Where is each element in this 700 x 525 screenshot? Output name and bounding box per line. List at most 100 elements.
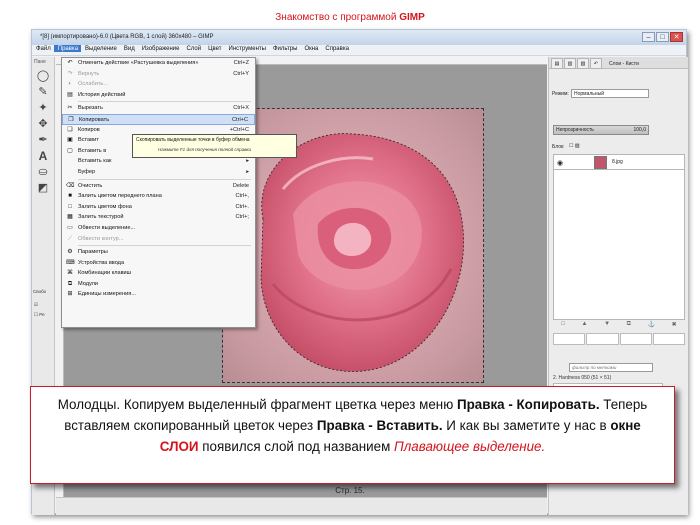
- menu-item-label: Буфер: [78, 168, 96, 175]
- path-tool-icon[interactable]: ✒: [36, 134, 50, 147]
- cut-icon: ✂: [67, 105, 73, 112]
- menubar-item[interactable]: Инструменты: [225, 45, 269, 52]
- close-button[interactable]: ✕: [670, 32, 683, 42]
- menu-item[interactable]: ⌫ Очистить Delete: [62, 181, 255, 192]
- menubar-item[interactable]: Цвет: [204, 45, 224, 52]
- menubar: Файл Правка Выделение Вид Изображение Слой Цве…: [32, 45, 686, 56]
- menu-item[interactable]: Буфер ▸: [62, 167, 255, 178]
- preferences-icon: ⚙: [67, 249, 73, 256]
- menu-item[interactable]: ❐ Копировать Ctrl+C: [62, 113, 255, 125]
- menu-item-label: Обвести контур...: [78, 235, 124, 242]
- menu-item[interactable]: ⊞ Единицы измерения...: [62, 289, 255, 300]
- menu-item-label: История действий: [78, 91, 126, 98]
- text-tool-icon[interactable]: A: [36, 150, 50, 163]
- fill-bg-icon: □: [68, 203, 72, 210]
- tool-options-label: Свобо: [33, 289, 47, 294]
- menubar-item[interactable]: Слой: [183, 45, 205, 52]
- menu-item-shortcut: Delete: [232, 182, 249, 189]
- opacity-label: Непрозрачность: [556, 127, 594, 133]
- menu-item[interactable]: ⟋ Обвести контур...: [62, 234, 255, 245]
- lock-pixels-checkbox[interactable]: ☐ ▨: [569, 143, 580, 149]
- menubar-item[interactable]: Выделение: [81, 45, 120, 52]
- menu-item[interactable]: ⌘ Комбинации клавиш: [62, 268, 255, 279]
- maximize-button[interactable]: □: [656, 32, 669, 42]
- dock-tab-paths[interactable]: ▧: [577, 58, 589, 69]
- layers-panel-title: Слои - Кисти: [609, 61, 639, 67]
- tool-options-checkbox[interactable]: ☑: [32, 302, 55, 308]
- menu-item[interactable]: ⚙ Параметры: [62, 247, 255, 258]
- move-tool-icon[interactable]: ✥: [36, 118, 50, 131]
- menu-item[interactable]: ▭ Обвести выделение...: [62, 223, 255, 234]
- keyboard-shortcuts-icon: ⌘: [67, 270, 73, 277]
- blank-icon: [66, 158, 74, 165]
- delete-layer-icon[interactable]: ✖: [672, 321, 677, 331]
- menubar-item[interactable]: Вид: [120, 45, 138, 52]
- layer-tools: □ ▲ ▼ ⧉ ⚓ ✖: [553, 321, 685, 331]
- menu-item[interactable]: ⧉ Модули: [62, 279, 255, 290]
- duplicate-layer-icon[interactable]: ⧉: [627, 321, 631, 331]
- menubar-item[interactable]: Справка: [321, 45, 352, 52]
- dock-tab-layers[interactable]: ▤: [551, 58, 563, 69]
- mode-select[interactable]: Нормальный: [571, 89, 649, 98]
- dock-tab-channels[interactable]: ▥: [564, 58, 576, 69]
- menu-item[interactable]: ↶ Отменить действие «Растушевка выделения…: [62, 58, 255, 69]
- undo-icon: ↶: [67, 60, 73, 66]
- tool-options-checkbox-2[interactable]: ☐ Ре: [32, 312, 55, 318]
- color-swatch-icon[interactable]: ◩: [36, 182, 50, 195]
- minimize-button[interactable]: –: [642, 32, 655, 42]
- menubar-item[interactable]: Файл: [32, 45, 54, 52]
- menubar-item[interactable]: Окна: [300, 45, 321, 52]
- toolbox-label: Пане: [34, 59, 46, 65]
- brush-tab-row: [553, 333, 685, 345]
- input-devices-icon: ⌨: [66, 259, 75, 266]
- statusbar: [56, 497, 547, 515]
- clear-icon: ⌫: [66, 182, 75, 189]
- menu-item-shortcut: Ctrl+Y: [233, 70, 249, 77]
- mode-label: Режим:: [552, 91, 569, 97]
- patterns-tab[interactable]: [586, 333, 619, 345]
- new-layer-icon[interactable]: □: [561, 321, 565, 331]
- layer-item[interactable]: ◉ 8.jpg: [553, 154, 685, 170]
- menu-item-label: Очистить: [78, 182, 103, 189]
- raise-layer-icon[interactable]: ▲: [582, 321, 588, 331]
- menu-separator: [78, 101, 251, 103]
- menubar-item[interactable]: Изображение: [138, 45, 183, 52]
- brush-filter-input[interactable]: фильтр по метками: [569, 363, 653, 372]
- opacity-slider[interactable]: Непрозрачность 100,0: [553, 125, 649, 135]
- layer-name: 8.jpg: [612, 159, 623, 165]
- dock-tab-undo[interactable]: ↶: [590, 58, 602, 69]
- paintbrush-tool-icon[interactable]: ✎: [36, 86, 50, 99]
- fill-pattern-icon: ▦: [67, 214, 73, 221]
- menu-item-shortcut: Ctrl+.: [235, 203, 249, 210]
- paste-into-icon: ▢: [67, 147, 73, 154]
- menu-item[interactable]: ▤ История действий: [62, 90, 255, 101]
- copy-visible-icon: ❏: [67, 126, 73, 133]
- lasso-tool-icon[interactable]: ◯: [36, 70, 50, 83]
- slide-title: Знакомство с программой GIMP: [275, 12, 425, 23]
- menu-item[interactable]: ✂ Вырезать Ctrl+X: [62, 103, 255, 114]
- menu-item[interactable]: ◐ Ослабить...: [62, 79, 255, 90]
- brushes-tab[interactable]: [553, 333, 586, 345]
- edit-menu: ↶ Отменить действие «Растушевка выделения…: [61, 57, 256, 328]
- layer-list[interactable]: [553, 170, 685, 320]
- menu-item[interactable]: ▦ Залить текстурой Ctrl+;: [62, 212, 255, 223]
- clone-tool-icon[interactable]: ✦: [36, 102, 50, 115]
- palettes-tab[interactable]: [652, 333, 685, 345]
- menu-item[interactable]: ■ Залить цветом переднего плана Ctrl+,: [62, 191, 255, 202]
- bucket-fill-tool-icon[interactable]: ⛀: [36, 166, 50, 179]
- instruction-callout: Молодцы. Копируем выделенный фрагмент цв…: [30, 386, 675, 484]
- menu-item-label: Залить текстурой: [78, 214, 124, 221]
- menubar-item[interactable]: Фильтры: [269, 45, 300, 52]
- menu-item-label: Вырезать: [78, 105, 103, 112]
- gradients-tab[interactable]: [619, 333, 652, 345]
- visibility-eye-icon[interactable]: ◉: [557, 159, 563, 167]
- menu-item-shortcut: Ctrl+;: [235, 214, 249, 221]
- anchor-layer-icon[interactable]: ⚓: [648, 321, 655, 331]
- menu-item-label: Модули: [78, 280, 99, 287]
- menu-item[interactable]: ⌨ Устройства ввода: [62, 258, 255, 269]
- menu-item[interactable]: ↷ Вернуть Ctrl+Y: [62, 69, 255, 80]
- menubar-item[interactable]: Правка: [53, 45, 82, 52]
- menu-item[interactable]: □ Залить цветом фона Ctrl+.: [62, 202, 255, 213]
- lower-layer-icon[interactable]: ▼: [604, 321, 610, 331]
- modules-icon: ⧉: [67, 280, 73, 287]
